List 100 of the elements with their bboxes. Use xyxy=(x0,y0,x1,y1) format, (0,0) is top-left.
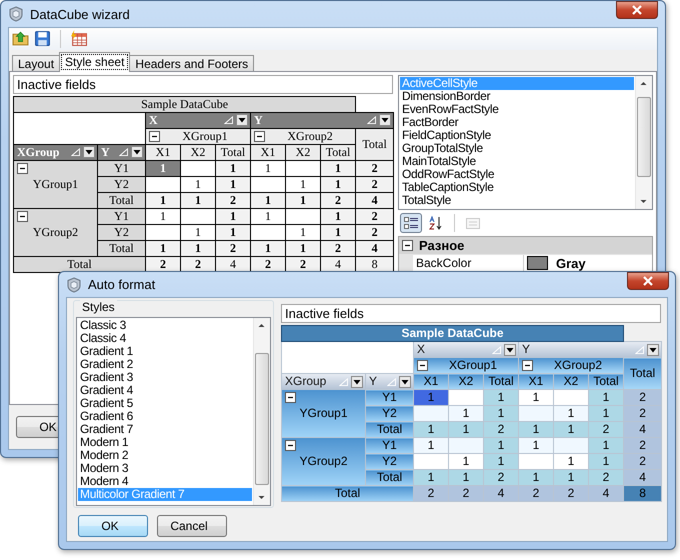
table-cell: 1 xyxy=(484,438,518,454)
table-cell: 1 xyxy=(588,390,624,406)
row-header: Total xyxy=(98,240,146,256)
dropdown-button[interactable] xyxy=(379,114,392,126)
list-item[interactable]: EvenRowFactStyle xyxy=(400,102,634,116)
collapse-button[interactable] xyxy=(254,130,265,142)
table-cell: 2 xyxy=(356,224,394,240)
collapse-button[interactable] xyxy=(402,240,413,251)
list-item[interactable]: TableCaptionStyle xyxy=(400,180,634,194)
table-cell: 1 xyxy=(180,240,216,256)
dropdown-button[interactable] xyxy=(504,344,516,356)
table-cell: 4 xyxy=(624,470,662,486)
table-cell: 2 xyxy=(414,486,448,502)
table-cell: 1 xyxy=(216,160,250,176)
collapse-button[interactable] xyxy=(17,210,28,222)
list-item[interactable]: FactBorder xyxy=(400,116,634,129)
table-cell: 1 xyxy=(414,390,448,406)
table-icon[interactable] xyxy=(70,30,87,48)
table-cell: 1 xyxy=(320,224,356,240)
save-icon[interactable] xyxy=(34,30,51,48)
list-item[interactable]: Modern 3 xyxy=(78,462,252,475)
table-cell: 1 xyxy=(146,192,180,208)
group-label: YGroup1 xyxy=(298,407,349,420)
tab[interactable]: Style sheet xyxy=(59,52,130,72)
table-cell: 2 xyxy=(624,454,662,470)
field-button[interactable]: Y xyxy=(520,342,661,356)
field-button[interactable]: Y xyxy=(366,374,412,388)
sort-icon[interactable] xyxy=(224,116,233,124)
list-item[interactable]: GroupTotalStyle xyxy=(400,142,634,155)
dropdown-button[interactable] xyxy=(351,376,363,388)
list-item[interactable]: MainTotalStyle xyxy=(400,154,634,168)
row-header: Total xyxy=(366,470,414,486)
field-button[interactable]: X xyxy=(146,113,250,128)
collapse-button[interactable] xyxy=(285,392,296,403)
row-header: Y2 xyxy=(98,176,146,192)
collapse-button[interactable] xyxy=(149,130,160,142)
list-item[interactable]: TotalStyle xyxy=(400,194,634,207)
tab[interactable]: Headers and Footers xyxy=(129,54,254,72)
dropdown-button[interactable] xyxy=(236,114,248,126)
sort-icon[interactable] xyxy=(71,148,80,156)
list-item[interactable]: DimensionBorder xyxy=(400,90,634,103)
categorized-button[interactable] xyxy=(400,212,422,233)
table-cell: 8 xyxy=(624,486,662,502)
cancel-button[interactable]: Cancel xyxy=(157,515,227,537)
list-item[interactable]: Classic 3 xyxy=(78,319,252,332)
list-item[interactable]: Gradient 1 xyxy=(78,345,252,358)
table-cell: 1 xyxy=(286,224,320,240)
list-item[interactable]: Modern 1 xyxy=(78,436,252,449)
list-item[interactable]: Gradient 2 xyxy=(78,358,252,371)
column-header: X1 xyxy=(518,374,554,390)
scroll-thumb[interactable] xyxy=(637,96,651,177)
table-cell: 2 xyxy=(216,240,250,256)
group-label: Styles xyxy=(80,300,117,314)
list-item[interactable]: FieldCaptionStyle xyxy=(400,128,634,142)
table-cell: 1 xyxy=(518,422,554,438)
table-cell: 1 xyxy=(448,406,484,422)
field-button[interactable]: Y xyxy=(252,113,393,128)
sort-icon[interactable] xyxy=(367,116,376,124)
dropdown-button[interactable] xyxy=(131,146,143,158)
collapse-button[interactable] xyxy=(417,360,428,371)
collapse-button[interactable] xyxy=(522,360,533,371)
table-cell: 4 xyxy=(588,486,624,502)
dropdown-button[interactable] xyxy=(399,376,411,388)
dropdown-button[interactable] xyxy=(83,146,95,158)
field-button[interactable]: Y xyxy=(98,145,144,160)
property-value[interactable]: Gray xyxy=(556,256,586,271)
tab[interactable]: Layout xyxy=(12,54,60,72)
table-cell: 2 xyxy=(624,438,662,454)
folder-up-icon[interactable] xyxy=(12,30,29,48)
table-cell: 4 xyxy=(484,486,518,502)
sort-icon[interactable] xyxy=(119,148,128,156)
field-button[interactable]: X xyxy=(414,342,518,356)
table-cell: 1 xyxy=(554,454,588,470)
list-item[interactable]: Classic 4 xyxy=(78,332,252,345)
dropdown-button[interactable] xyxy=(647,344,660,356)
close-button[interactable] xyxy=(627,272,669,290)
column-header: Total xyxy=(216,144,250,160)
table-cell: 1 xyxy=(414,470,448,486)
collapse-button[interactable] xyxy=(17,162,28,174)
list-item[interactable]: Modern 4 xyxy=(78,475,252,488)
close-icon xyxy=(642,276,654,286)
table-cell: 1 xyxy=(448,454,484,470)
close-button[interactable] xyxy=(616,1,658,19)
field-button[interactable]: XGroup xyxy=(282,374,364,388)
table-cell: 4 xyxy=(624,422,662,438)
table-cell: 1 xyxy=(216,224,250,240)
table-cell: 1 xyxy=(180,176,216,192)
list-item[interactable]: Gradient 5 xyxy=(78,397,252,410)
scroll-thumb[interactable] xyxy=(255,353,269,485)
ok-button[interactable]: OK xyxy=(78,515,148,537)
field-button[interactable]: XGroup xyxy=(14,145,96,160)
list-item[interactable]: Modern 2 xyxy=(78,449,252,462)
row-header: Total xyxy=(14,256,146,272)
collapse-button[interactable] xyxy=(285,440,296,451)
column-header: Total xyxy=(484,374,518,390)
column-header: X1 xyxy=(414,374,448,390)
list-item[interactable]: Gradient 3 xyxy=(78,371,252,384)
list-item[interactable]: Gradient 4 xyxy=(78,384,252,397)
group-label: YGroup2 xyxy=(32,226,80,239)
list-item[interactable]: OddRowFactStyle xyxy=(400,168,634,181)
